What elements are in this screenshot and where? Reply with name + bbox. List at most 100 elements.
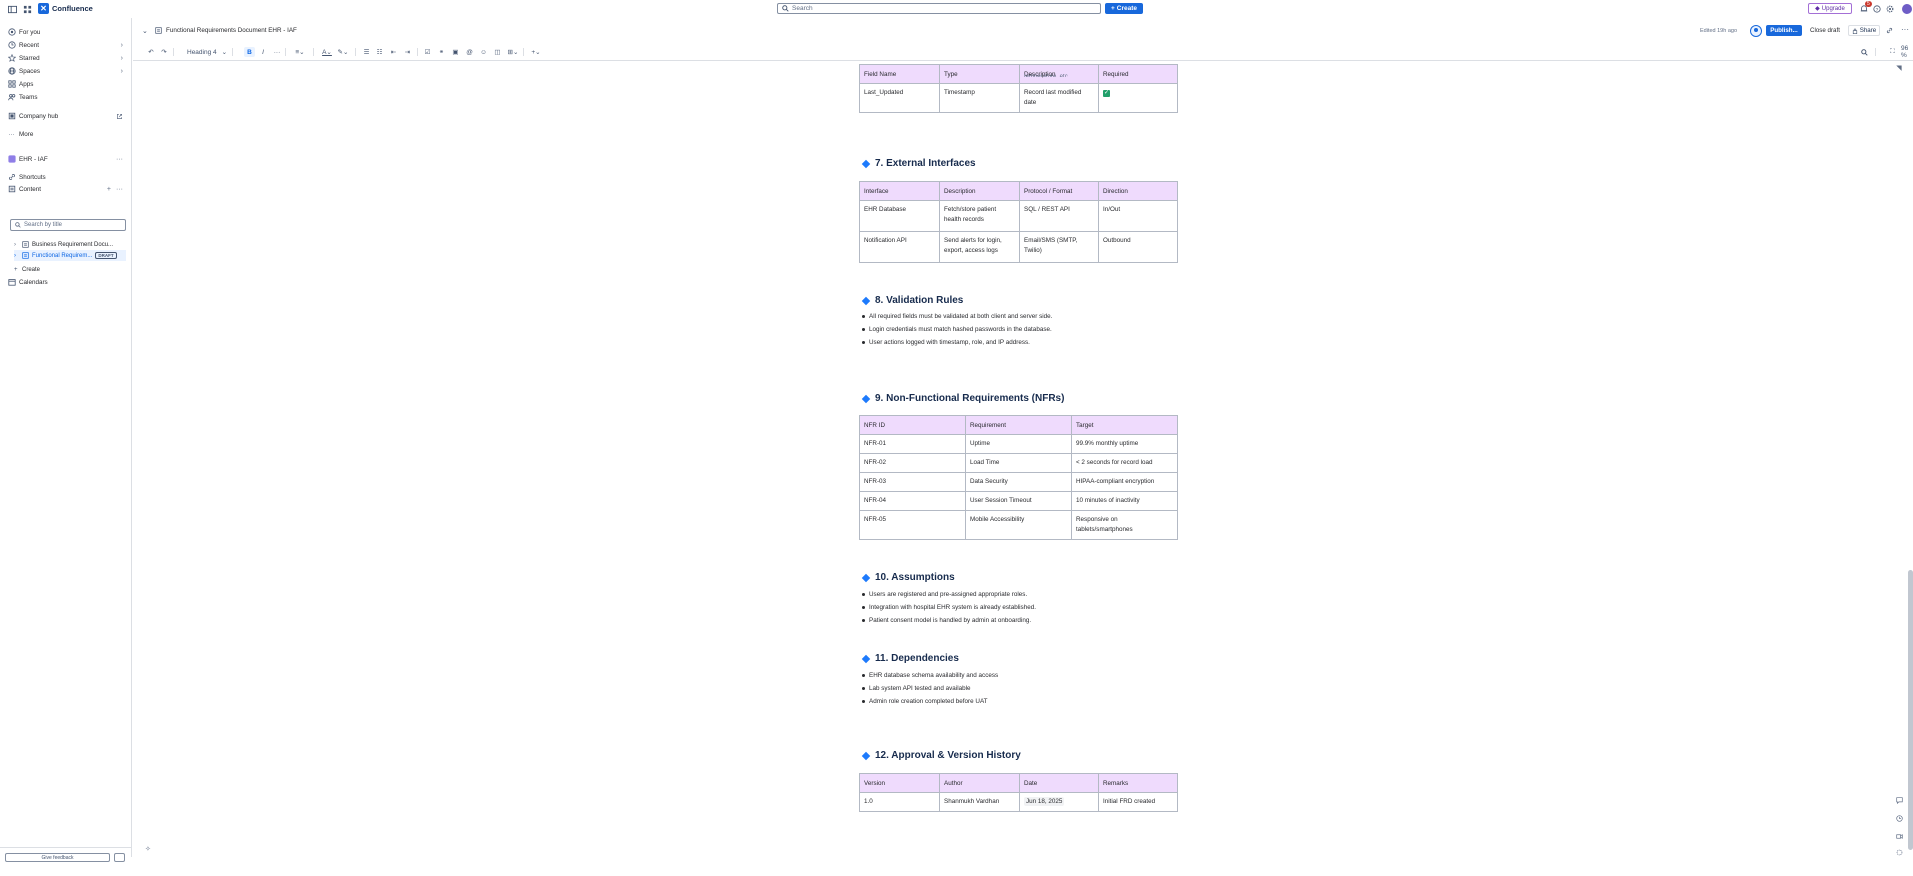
list-item[interactable]: All required fields must be validated at… <box>861 310 1052 323</box>
breadcrumb-page-title[interactable]: Functional Requirements Document EHR - I… <box>166 27 297 34</box>
table-cell[interactable]: In/Out <box>1098 200 1178 232</box>
nfr-table[interactable]: NFR ID Requirement Target NFR-01 Uptime … <box>859 415 1178 540</box>
content-more-icon[interactable]: ··· <box>116 186 123 193</box>
video-icon[interactable] <box>1895 832 1903 840</box>
collaborator-avatar-icon[interactable] <box>1750 25 1762 37</box>
zoom-level[interactable]: 96 % <box>1901 45 1913 59</box>
table-icon[interactable]: ⊞⌄ <box>507 47 519 57</box>
table-cell[interactable]: EHR Database <box>859 200 940 232</box>
sidebar-item-apps[interactable]: Apps <box>7 78 125 90</box>
list-item[interactable]: Login credentials must match hashed pass… <box>861 323 1052 336</box>
table-cell[interactable]: Timestamp <box>939 83 1020 113</box>
mention-icon[interactable]: @ <box>465 47 474 57</box>
table-cell[interactable]: NFR-04 <box>859 491 966 511</box>
link-copy-icon[interactable] <box>1886 27 1893 34</box>
numbered-list-icon[interactable]: ☷ <box>375 47 384 57</box>
redo-icon[interactable]: ↷ <box>160 47 168 57</box>
chevron-right-icon[interactable]: › <box>121 68 123 75</box>
table-cell[interactable]: HIPAA-compliant encryption <box>1071 472 1178 492</box>
sidebar-item-more[interactable]: ··· More <box>7 128 125 140</box>
tree-item-business-requirement[interactable]: › Business Requirement Docu... <box>14 239 126 250</box>
list-item[interactable]: Integration with hospital EHR system is … <box>862 601 1036 614</box>
close-draft-button[interactable]: Close draft <box>1810 27 1840 34</box>
insert-image-icon[interactable]: ▣ <box>451 47 460 57</box>
table-cell[interactable]: Send alerts for login, export, access lo… <box>939 231 1020 263</box>
sidebar-item-teams[interactable]: Teams <box>7 91 125 103</box>
alignment-icon[interactable]: ≡⌄ <box>293 47 307 57</box>
sidebar-item-recent[interactable]: Recent › <box>7 39 125 51</box>
column-header[interactable]: Date <box>1019 773 1099 793</box>
list-item[interactable]: EHR database schema availability and acc… <box>861 669 998 682</box>
list-item[interactable]: Users are registered and pre-assigned ap… <box>862 588 1036 601</box>
space-more-icon[interactable]: ··· <box>116 156 123 163</box>
table-cell[interactable]: Shanmukh Vardhan <box>939 792 1020 812</box>
table-cell[interactable]: ✓ <box>1098 83 1178 113</box>
section-heading-8[interactable]: 8. Validation Rules <box>859 295 963 306</box>
share-button[interactable]: Share <box>1848 25 1880 36</box>
list-item[interactable]: Lab system API tested and available <box>861 682 998 695</box>
external-link-icon[interactable] <box>116 113 123 120</box>
table-cell[interactable]: 10 minutes of inactivity <box>1071 491 1178 511</box>
outdent-icon[interactable]: ⇤ <box>389 47 398 57</box>
publish-button[interactable]: Publish... <box>1766 25 1802 36</box>
sidebar-item-spaces[interactable]: Spaces › <box>7 65 125 77</box>
table-cell[interactable]: Outbound <box>1098 231 1178 263</box>
section-heading-10[interactable]: 10. Assumptions <box>859 572 955 583</box>
assumptions-list[interactable]: Users are registered and pre-assigned ap… <box>859 588 1036 627</box>
column-header[interactable]: NFR ID <box>859 415 966 435</box>
external-interfaces-table[interactable]: Interface Description Protocol / Format … <box>859 181 1178 263</box>
table-cell[interactable]: NFR-05 <box>859 510 966 540</box>
table-cell[interactable]: 1.0 <box>859 792 940 812</box>
tree-item-functional-requirements[interactable]: › Functional Requirem... DRAFT <box>14 250 126 261</box>
settings-gear-icon[interactable] <box>1884 3 1896 15</box>
avatar-icon[interactable] <box>1901 3 1913 15</box>
section-heading-7[interactable]: 7. External Interfaces <box>859 158 976 169</box>
chevron-down-icon[interactable]: ⌄ <box>142 27 148 35</box>
insert-more-icon[interactable]: +⌄ <box>529 47 543 57</box>
chevron-right-icon[interactable]: › <box>121 42 123 49</box>
table-cell[interactable]: Data Security <box>965 472 1072 492</box>
collapse-sidebar-icon[interactable] <box>114 853 125 862</box>
give-feedback-button[interactable]: Give feedback <box>5 853 110 862</box>
table-cell[interactable]: SQL / REST API <box>1019 200 1099 232</box>
table-cell[interactable]: NFR-01 <box>859 434 966 454</box>
section-heading-9[interactable]: 9. Non-Functional Requirements (NFRs) <box>859 393 1064 404</box>
list-item[interactable]: User actions logged with timestamp, role… <box>861 336 1052 349</box>
table-cell[interactable]: Responsive on tablets/smartphones <box>1071 510 1178 540</box>
version-history-table[interactable]: Version Author Date Remarks 1.0 Shanmukh… <box>859 773 1178 812</box>
table-cell[interactable]: User Session Timeout <box>965 491 1072 511</box>
highlight-icon[interactable]: ✎⌄ <box>337 47 349 57</box>
add-content-plus-icon[interactable]: + <box>107 186 111 193</box>
table-cell[interactable]: Initial FRD created <box>1098 792 1178 812</box>
table-cell[interactable]: NFR-03 <box>859 472 966 492</box>
list-item[interactable]: Admin role creation completed before UAT <box>861 695 998 708</box>
column-header[interactable]: Interface <box>859 181 940 201</box>
more-actions-icon[interactable]: ··· <box>1901 25 1909 34</box>
upgrade-button[interactable]: ◆ Upgrade <box>1808 3 1852 14</box>
dependencies-list[interactable]: EHR database schema availability and acc… <box>859 669 998 708</box>
chevron-right-icon[interactable]: › <box>121 55 123 62</box>
fields-table[interactable]: Field Name Type Description temperature,… <box>859 64 1178 113</box>
column-header[interactable]: Description <box>939 181 1020 201</box>
settings-panel-icon[interactable] <box>1895 848 1903 856</box>
sidebar-item-shortcuts[interactable]: Shortcuts <box>7 171 125 183</box>
sidebar-item-starred[interactable]: Starred › <box>7 52 125 64</box>
undo-icon[interactable]: ↶ <box>147 47 155 57</box>
sidebar-toggle-icon[interactable] <box>6 3 18 15</box>
table-cell[interactable]: Uptime <box>965 434 1072 454</box>
full-width-icon[interactable]: ⛶ <box>1888 47 1897 57</box>
column-header[interactable]: Version <box>859 773 940 793</box>
global-search-input[interactable]: Search <box>777 3 1101 14</box>
sidebar-item-calendars[interactable]: Calendars <box>7 276 125 288</box>
date-lozenge[interactable]: Jun 18, 2025 <box>1024 797 1065 806</box>
column-header[interactable]: Required <box>1098 64 1178 84</box>
table-cell[interactable]: Record last modified date <box>1019 83 1099 113</box>
table-cell[interactable]: Mobile Accessibility <box>965 510 1072 540</box>
text-style-dropdown[interactable]: Heading 4 ⌄ <box>187 47 227 57</box>
column-header[interactable]: Description temperature, etc. <box>1019 64 1099 84</box>
table-cell[interactable]: Jun 18, 2025 <box>1019 792 1099 812</box>
app-name[interactable]: Confluence <box>52 4 93 13</box>
find-replace-icon[interactable] <box>1860 47 1869 57</box>
more-formatting-icon[interactable]: ··· <box>272 47 282 57</box>
column-header[interactable]: Target <box>1071 415 1178 435</box>
